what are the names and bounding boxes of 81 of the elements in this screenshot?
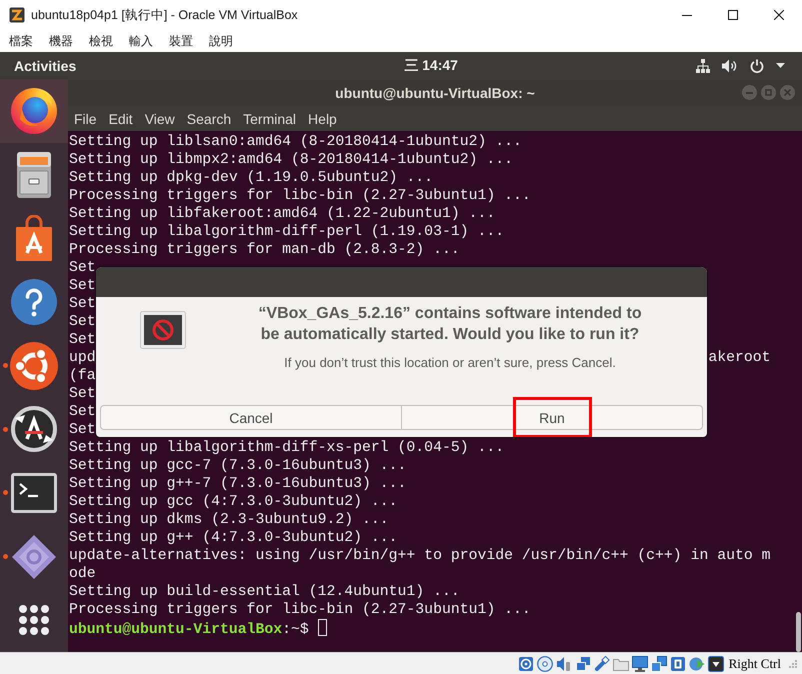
terminal-icon xyxy=(11,472,57,513)
terminal-line: Processing triggers for libc-bin (2.27-3ubuntu1) ... xyxy=(69,188,531,204)
terminal-line: Setting up liblsan0:amd64 (8-20180414-1ubuntu2) ... xyxy=(69,134,522,150)
clock[interactable]: 三 14:47 xyxy=(404,56,458,74)
dialog-button[interactable]: Cancel xyxy=(100,405,402,430)
terminal-line: Set xyxy=(69,296,96,312)
terminal-line: Set xyxy=(69,260,96,276)
terminal-line: Setting up gcc (4:7.3.0-3ubuntu2) ... xyxy=(69,494,398,510)
terminal-line: Setting up gcc-7 (7.3.0-16ubuntu3) ... xyxy=(69,458,406,474)
speaker-icon[interactable] xyxy=(556,656,572,672)
menu-item[interactable]: 機器 xyxy=(49,32,73,50)
terminal-line: Set xyxy=(69,278,96,294)
terminal-line: Set xyxy=(69,386,96,402)
terminal-line: Setting up dkms (2.3-3ubuntu9.2) ... xyxy=(69,512,389,528)
chip-icon[interactable] xyxy=(670,656,686,672)
activities-button[interactable]: Activities xyxy=(14,58,76,74)
terminal-line: Setting up g++-7 (7.3.0-16ubuntu3) ... xyxy=(69,476,406,492)
dialog-title: “VBox_GAs_5.2.16” contains software intended to be automatically started. Would you like to run it? xyxy=(257,304,643,345)
globe-icon xyxy=(11,88,57,134)
menu-item[interactable]: Edit xyxy=(108,110,133,126)
help-icon xyxy=(11,278,57,325)
menu-item[interactable]: 說明 xyxy=(209,32,233,50)
menu-item[interactable]: Search xyxy=(186,110,232,126)
volume-icon[interactable] xyxy=(722,58,738,72)
terminal-line: update-alternatives: using /usr/bin/g++ to provide /usr/bin/c++ (c++) in auto m xyxy=(69,548,770,564)
close-icon xyxy=(784,89,791,96)
terminal-line: Set xyxy=(69,422,96,438)
prohibited-icon xyxy=(140,311,186,349)
app-grid-icon xyxy=(19,605,49,636)
terminal-line: Setting up libalgorithm-diff-xs-perl (0.04-5) ... xyxy=(69,440,504,456)
window-title: ubuntu18p04p1 [執行中] - Oracle VM VirtualBox xyxy=(31,6,298,24)
terminal-line: (fa xyxy=(69,368,96,384)
menu-item[interactable]: 輸入 xyxy=(129,32,153,50)
disc-icon[interactable] xyxy=(536,656,553,672)
menu-item[interactable]: 檢視 xyxy=(89,32,113,50)
refresh-arrows-icon xyxy=(11,406,57,452)
terminal-line: Setting up build-essential (12.4ubuntu1) ... xyxy=(69,584,460,600)
caret-icon[interactable] xyxy=(776,63,785,68)
maximize-icon xyxy=(765,89,772,96)
terminal-line: Setting up g++ (4:7.3.0-3ubuntu2) ... xyxy=(69,530,398,546)
usb-icon[interactable] xyxy=(594,656,610,672)
app-icon xyxy=(9,7,25,23)
terminal-line: Set xyxy=(69,314,96,330)
minimize-icon xyxy=(746,92,753,94)
close-icon xyxy=(774,10,784,20)
host-key-label: Right Ctrl xyxy=(728,656,781,672)
windows-icon[interactable] xyxy=(650,656,667,672)
terminal-line: Processing triggers for man-db (2.8.3-2) ... xyxy=(69,242,460,258)
menu-item[interactable]: 檔案 xyxy=(9,32,33,50)
ring-dots-icon xyxy=(10,342,58,390)
size-grip-icon[interactable] xyxy=(789,660,797,668)
network-icon[interactable] xyxy=(574,656,591,672)
network-icon[interactable] xyxy=(696,58,710,72)
dialog-message: If you don’t trust this location or aren’t sure, press Cancel. xyxy=(283,354,617,372)
diamond-icon xyxy=(12,534,56,579)
terminal-line: Setting up dpkg-dev (1.19.0.5ubuntu2) ... xyxy=(69,170,434,186)
dialog-button[interactable]: Run xyxy=(402,405,703,430)
menu-item[interactable]: File xyxy=(74,110,97,126)
menu-item[interactable]: 裝置 xyxy=(169,32,193,50)
maximize-icon xyxy=(728,10,738,20)
terminal-line: Set xyxy=(69,332,96,348)
monitor-icon[interactable] xyxy=(632,656,648,672)
terminal-line: Set xyxy=(69,404,96,420)
power-icon[interactable] xyxy=(750,58,764,72)
menu-item[interactable]: Help xyxy=(308,110,337,126)
terminal-line: Setting up libmpx2:amd64 (8-20180414-1ubuntu2) ... xyxy=(69,152,513,168)
disk-icon[interactable] xyxy=(518,656,534,672)
cursor-icon xyxy=(318,619,327,636)
terminal-line: akeroot xyxy=(708,349,770,367)
terminal-line: upd xyxy=(69,350,96,366)
minimize-icon xyxy=(682,14,692,16)
terminal-line: Processing triggers for libc-bin (2.27-3ubuntu1) ... xyxy=(69,602,531,618)
terminal-title: ubuntu@ubuntu-VirtualBox: ~ xyxy=(335,84,535,100)
menu-item[interactable]: View xyxy=(144,110,175,126)
menu-item[interactable]: Terminal xyxy=(243,110,296,126)
terminal-line: Setting up libfakeroot:amd64 (1.22-2ubuntu1) ... xyxy=(69,206,496,222)
dock-item[interactable] xyxy=(0,79,68,143)
shell-prompt: ubuntu@ubuntu-VirtualBox:~$ xyxy=(69,622,309,638)
scrollbar-thumb[interactable] xyxy=(796,612,801,652)
terminal-line: Setting up libalgorithm-diff-perl (1.19.03-1) ... xyxy=(69,224,504,240)
terminal-line: ode xyxy=(69,566,96,582)
